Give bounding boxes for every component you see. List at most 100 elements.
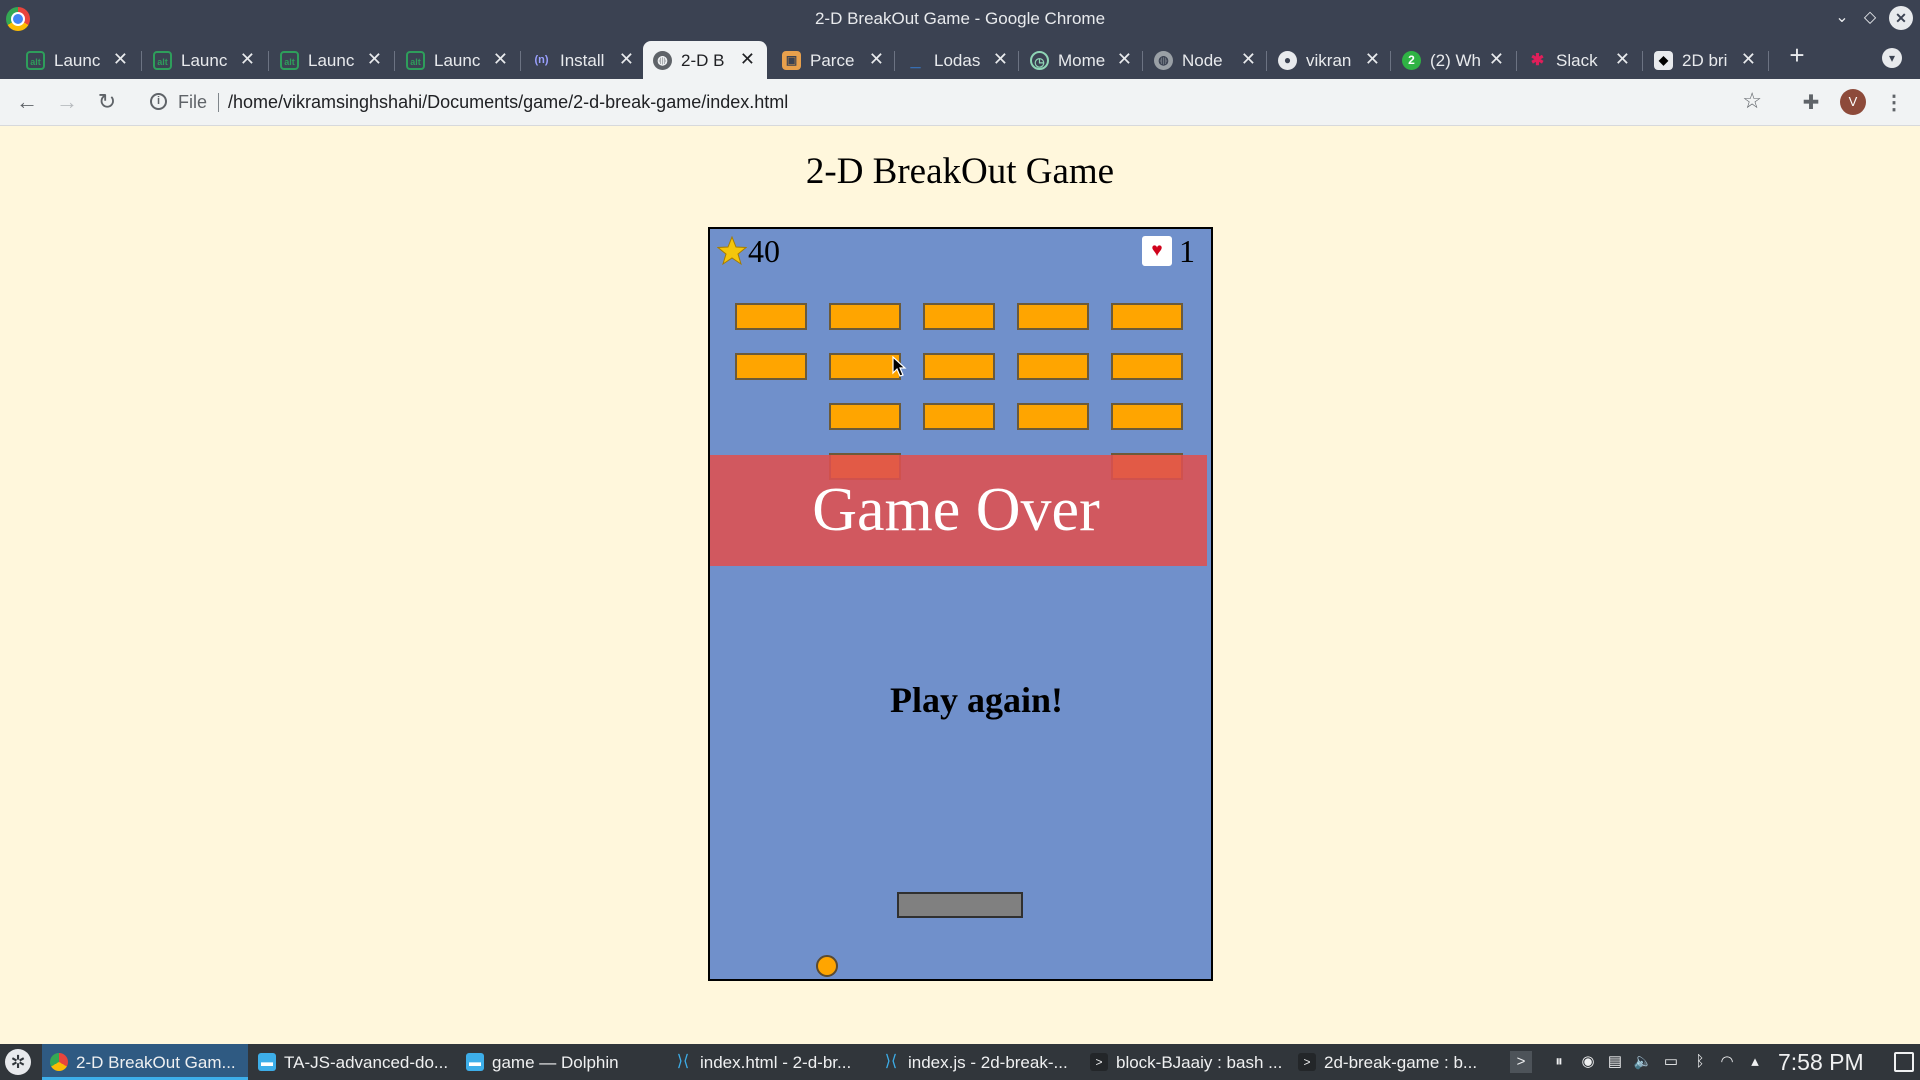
brick: [829, 303, 901, 330]
task-item[interactable]: ⟩⟨ index.html - 2-d-br...: [666, 1044, 872, 1080]
brick: [923, 353, 995, 380]
task-label: block-BJaaiy : bash ...: [1116, 1053, 1283, 1072]
tab-label: vikran: [1306, 51, 1352, 70]
paddle[interactable]: [897, 892, 1023, 918]
task-label: index.html - 2-d-br...: [700, 1053, 852, 1072]
task-item[interactable]: 2-D BreakOut Gam...: [42, 1044, 248, 1080]
score-value: 40: [748, 233, 780, 269]
tab[interactable]: alt Launc ✕: [143, 41, 267, 79]
task-item[interactable]: ⟩⟨ index.js - 2d-break-...: [874, 1044, 1080, 1080]
profile-avatar[interactable]: V: [1840, 89, 1866, 115]
address-bar[interactable]: i File /home/vikramsinghshahi/Documents/…: [136, 85, 1776, 119]
game-canvas[interactable]: 40 ♥ 1 Game Over Play again!: [708, 227, 1213, 981]
folder-icon: ▬: [258, 1053, 276, 1071]
tab-active[interactable]: ◍ 2-D B ✕: [643, 41, 767, 79]
tab-label: Slack: [1556, 51, 1598, 70]
close-tab-icon[interactable]: ✕: [740, 49, 755, 70]
tab-label: (2) Wh: [1430, 51, 1481, 70]
info-icon[interactable]: i: [150, 93, 167, 110]
tab-label: Install: [560, 51, 605, 70]
wifi-icon[interactable]: ◠: [1716, 1051, 1738, 1073]
maximize-button[interactable]: ◇: [1858, 6, 1882, 30]
close-tab-icon[interactable]: ✕: [619, 49, 634, 70]
tab[interactable]: alt Launc ✕: [16, 41, 140, 79]
close-tab-icon[interactable]: ✕: [1615, 49, 1630, 70]
bookmark-star-icon[interactable]: ☆: [1742, 88, 1762, 114]
new-tab-button[interactable]: +: [1783, 42, 1811, 70]
bluetooth-icon[interactable]: ᛒ: [1689, 1051, 1711, 1073]
close-tab-icon[interactable]: ✕: [1365, 49, 1380, 70]
lives-value: 1: [1179, 233, 1195, 269]
tab-label: Launc: [308, 51, 355, 70]
reload-button[interactable]: ↻: [92, 87, 122, 117]
tab[interactable]: ✱ Slack ✕: [1518, 41, 1642, 79]
task-label: index.js - 2d-break-...: [908, 1053, 1068, 1072]
task-item[interactable]: ▬ game — Dolphin: [458, 1044, 664, 1080]
close-tab-icon[interactable]: ✕: [1489, 49, 1504, 70]
tray-expand-icon[interactable]: ▴: [1744, 1051, 1766, 1073]
tab[interactable]: ● vikran ✕: [1268, 41, 1392, 79]
minimize-button[interactable]: ⌄: [1830, 6, 1854, 30]
underscore-icon: _: [910, 50, 921, 70]
clock[interactable]: 7:58 PM: [1778, 1049, 1864, 1076]
heart-icon: ♥: [1142, 236, 1172, 266]
window-title: 2-D BreakOut Game - Google Chrome: [814, 9, 1106, 28]
app-launcher-icon[interactable]: ✲: [5, 1049, 31, 1075]
brick: [829, 403, 901, 430]
task-label: 2-D BreakOut Gam...: [76, 1053, 236, 1072]
tab[interactable]: ▣ Parce ✕: [772, 41, 896, 79]
tab[interactable]: (n) Install ✕: [522, 41, 646, 79]
media-pause-icon[interactable]: ⏸: [1548, 1051, 1570, 1073]
tab[interactable]: alt Launc ✕: [270, 41, 394, 79]
extensions-puzzle-icon[interactable]: ✚: [1797, 89, 1825, 117]
back-button[interactable]: ←: [12, 87, 42, 117]
tab[interactable]: ◆ 2D bri ✕: [1644, 41, 1768, 79]
brick: [1111, 353, 1183, 380]
globe-icon: ◍: [1154, 51, 1173, 70]
tab-label: Mome: [1058, 51, 1106, 70]
task-item[interactable]: > 2d-break-game : b...: [1290, 1044, 1496, 1080]
close-tab-icon[interactable]: ✕: [1117, 49, 1132, 70]
battery-icon[interactable]: ▭: [1660, 1051, 1682, 1073]
volume-icon[interactable]: 🔈: [1632, 1051, 1654, 1073]
forward-button[interactable]: →: [52, 87, 82, 117]
close-tab-icon[interactable]: ✕: [493, 49, 508, 70]
close-tab-icon[interactable]: ✕: [993, 49, 1008, 70]
tab-search-icon[interactable]: ▾: [1882, 48, 1902, 68]
star-icon: [717, 236, 747, 266]
tab-label: 2-D B: [681, 51, 725, 70]
task-item[interactable]: ▬ TA-JS-advanced-do...: [250, 1044, 456, 1080]
tab[interactable]: ◍ Node ✕: [1144, 41, 1268, 79]
alt-icon: alt: [153, 51, 172, 70]
tab[interactable]: 2 (2) Wh ✕: [1392, 41, 1516, 79]
brick: [829, 353, 901, 380]
close-tab-icon[interactable]: ✕: [869, 49, 884, 70]
url-text[interactable]: /home/vikramsinghshahi/Documents/game/2-…: [228, 92, 788, 113]
brick: [735, 303, 807, 330]
update-icon[interactable]: ◉: [1577, 1051, 1599, 1073]
tab[interactable]: alt Launc ✕: [396, 41, 520, 79]
close-tab-icon[interactable]: ✕: [1241, 49, 1256, 70]
brick: [1111, 403, 1183, 430]
brick: [1017, 353, 1089, 380]
show-desktop-button[interactable]: [1894, 1052, 1914, 1072]
clipboard-icon[interactable]: ▤: [1604, 1051, 1626, 1073]
page-title: 2-D BreakOut Game: [805, 151, 1115, 192]
tab[interactable]: _ Lodas ✕: [896, 41, 1020, 79]
close-tab-icon[interactable]: ✕: [1741, 49, 1756, 70]
close-tab-icon[interactable]: ✕: [240, 49, 255, 70]
task-item[interactable]: > block-BJaaiy : bash ...: [1082, 1044, 1288, 1080]
close-window-button[interactable]: ✕: [1889, 6, 1913, 30]
terminal-tray-icon[interactable]: >: [1510, 1051, 1532, 1073]
tab-label: 2D bri: [1682, 51, 1728, 70]
close-tab-icon[interactable]: ✕: [113, 49, 128, 70]
window-titlebar: 2-D BreakOut Game - Google Chrome ⌄ ◇ ✕: [0, 0, 1920, 37]
tab[interactable]: ◷ Mome ✕: [1020, 41, 1144, 79]
brick: [1017, 303, 1089, 330]
play-again-button[interactable]: Play again!: [890, 679, 1090, 721]
clock-icon: ◷: [1030, 51, 1049, 70]
browser-toolbar: ← → ↻ i File /home/vikramsinghshahi/Docu…: [0, 79, 1920, 126]
menu-kebab-icon[interactable]: ⋮: [1880, 89, 1908, 117]
close-tab-icon[interactable]: ✕: [367, 49, 382, 70]
n-icon: (n): [534, 54, 549, 66]
